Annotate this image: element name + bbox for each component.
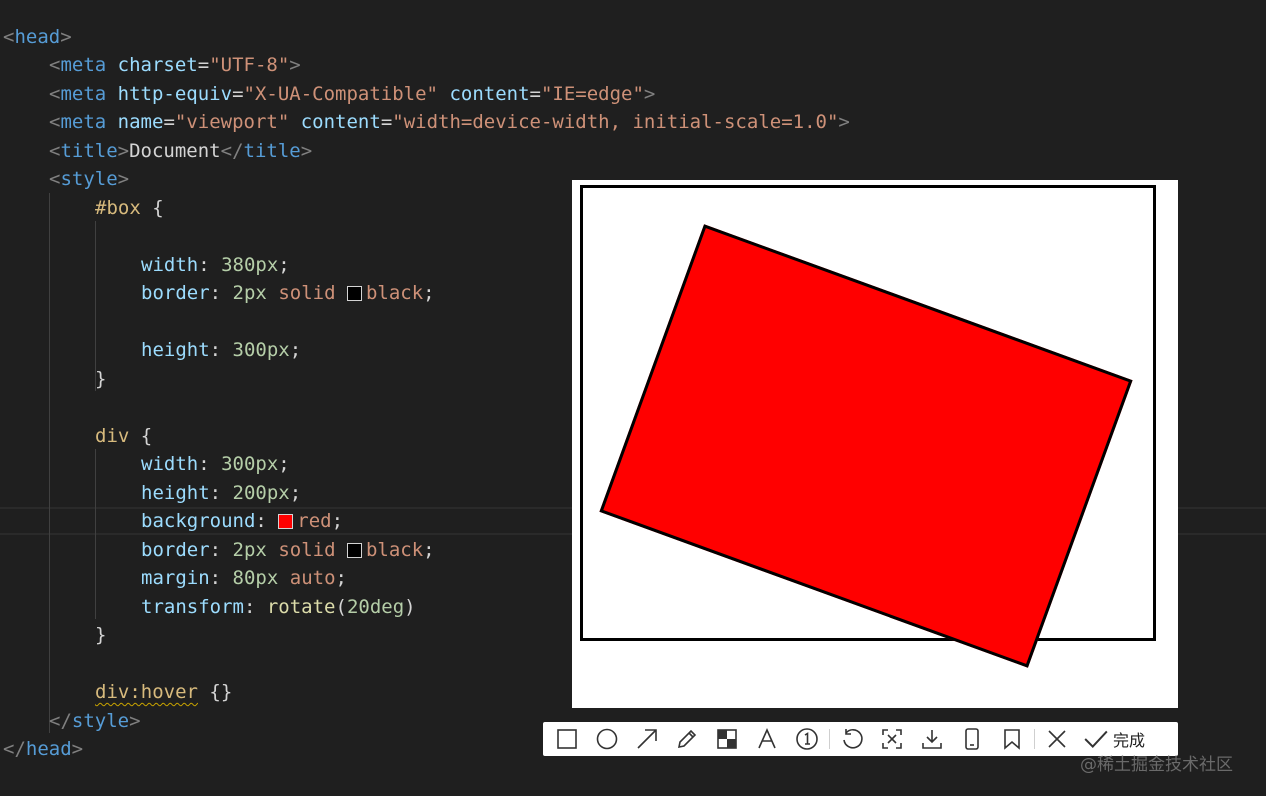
- undo-icon: [843, 728, 863, 749]
- download-icon: [922, 730, 942, 749]
- close-icon: [1048, 730, 1066, 748]
- rectangle-icon: [557, 729, 577, 749]
- code-line-meta-http-equiv: <meta http-equiv="X-UA-Compatible" conte…: [49, 83, 656, 105]
- text-icon: [758, 728, 776, 749]
- code-line-head-open: <head>: [3, 26, 72, 48]
- check-icon: [1084, 730, 1108, 748]
- arrow-tool-button[interactable]: [627, 722, 667, 756]
- number-icon: [796, 728, 818, 750]
- mosaic-tool-button[interactable]: [707, 722, 747, 756]
- phone-button[interactable]: [952, 722, 992, 756]
- color-swatch[interactable]: [278, 514, 294, 529]
- pin-icon: [1004, 729, 1020, 750]
- code-line-box-selector: #box {: [95, 197, 164, 219]
- code-line-div-selector: div {: [95, 425, 153, 447]
- phone-icon: [965, 728, 979, 750]
- mosaic-icon: [717, 729, 737, 749]
- crop-button[interactable]: [872, 722, 912, 756]
- code-line-div-transform: transform: rotate(20deg): [141, 596, 416, 618]
- code-line-box-border: border: 2px solid black;: [141, 282, 435, 304]
- color-swatch[interactable]: [346, 543, 362, 558]
- arrow-icon: [637, 729, 657, 749]
- pencil-icon: [677, 729, 697, 749]
- close-button[interactable]: [1037, 722, 1077, 756]
- watermark: @稀土掘金技术社区: [1080, 755, 1233, 775]
- download-button[interactable]: [912, 722, 952, 756]
- code-line-div-width: width: 300px;: [141, 453, 290, 475]
- crop-icon: [882, 729, 902, 749]
- color-swatch[interactable]: [346, 286, 362, 301]
- code-line-style-open: <style>: [49, 168, 130, 190]
- code-line-box-height: height: 300px;: [141, 339, 302, 361]
- indent-guide: [95, 449, 96, 619]
- code-line-box-width: width: 380px;: [141, 254, 290, 276]
- pencil-tool-button[interactable]: [667, 722, 707, 756]
- toolbar-divider: [1034, 729, 1035, 749]
- code-line-style-close: </style>: [49, 710, 141, 732]
- undo-button[interactable]: [832, 722, 872, 756]
- code-line-title: <title>Document</title>: [49, 140, 313, 162]
- code-line-meta-charset: <meta charset="UTF-8">: [49, 54, 301, 76]
- pin-button[interactable]: [992, 722, 1032, 756]
- number-tool-button[interactable]: [787, 722, 827, 756]
- toolbar-divider: [829, 729, 830, 749]
- code-line-meta-viewport: <meta name="viewport" content="width=dev…: [49, 111, 850, 133]
- code-line-head-close: </head>: [3, 738, 84, 760]
- indent-guide: [49, 193, 50, 733]
- code-line-brace-close: }: [95, 368, 107, 390]
- code-line-div-hover: div:hover {}: [95, 681, 233, 703]
- code-line-brace-close: }: [95, 624, 107, 646]
- circle-icon: [596, 728, 618, 750]
- text-tool-button[interactable]: [747, 722, 787, 756]
- circle-tool-button[interactable]: [587, 722, 627, 756]
- code-line-div-margin: margin: 80px auto;: [141, 567, 347, 589]
- browser-preview: [572, 180, 1178, 708]
- rectangle-tool-button[interactable]: [547, 722, 587, 756]
- done-label: 完成: [1113, 731, 1146, 750]
- code-line-div-height: height: 200px;: [141, 482, 302, 504]
- code-line-div-border: border: 2px solid black;: [141, 539, 435, 561]
- code-line-div-background: background: red;: [141, 510, 344, 532]
